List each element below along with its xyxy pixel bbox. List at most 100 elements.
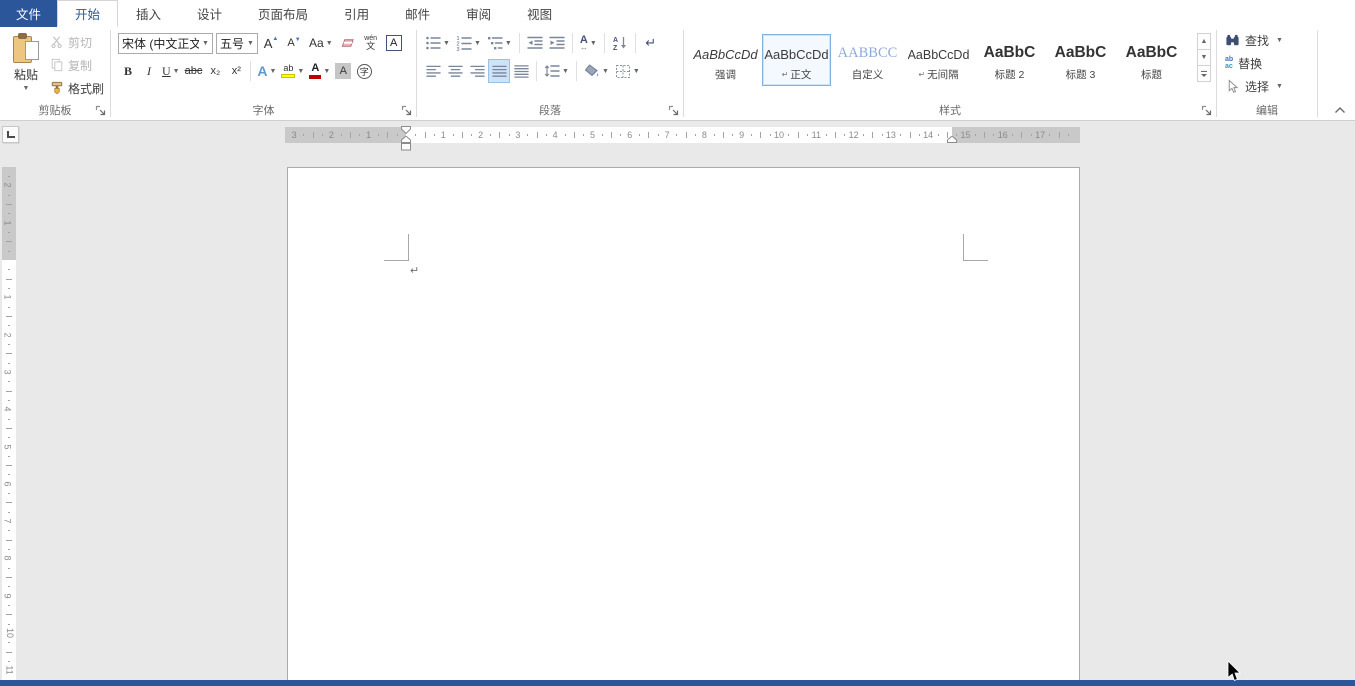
subscript-button[interactable]: x₂ <box>205 60 225 82</box>
text-highlight-button[interactable]: ab▼ <box>279 60 306 82</box>
ruler-tick <box>882 134 883 136</box>
style-item-正文[interactable]: AaBbCcDd↵正文 <box>762 34 831 86</box>
decrease-indent-button[interactable] <box>525 32 545 54</box>
right-indent-marker[interactable] <box>947 136 957 143</box>
cut-icon <box>50 35 64 49</box>
hanging-indent-marker[interactable] <box>401 136 411 143</box>
increase-indent-button[interactable] <box>547 32 567 54</box>
font-color-button[interactable]: A▼ <box>307 60 332 82</box>
shading-button[interactable]: ▼ <box>582 60 611 82</box>
shrink-font-button[interactable]: A▼ <box>284 32 304 54</box>
collapse-ribbon-button[interactable] <box>1333 105 1347 115</box>
underline-button[interactable]: U▼ <box>160 60 182 82</box>
cut-button[interactable]: 剪切 <box>50 34 104 50</box>
horizontal-ruler[interactable]: 3211234567891011121314151617 <box>285 127 1080 143</box>
divider <box>519 33 520 53</box>
status-bar[interactable] <box>0 680 1355 686</box>
tab-file[interactable]: 文件 <box>0 0 57 27</box>
bold-button[interactable]: B <box>118 60 138 82</box>
character-border-button[interactable]: A <box>384 32 404 54</box>
font-size-combobox[interactable]: 五号 ▼ <box>216 33 258 54</box>
font-name-dropdown-arrow[interactable]: ▼ <box>199 40 212 47</box>
copy-button[interactable]: 复制 <box>50 57 104 73</box>
distribute-button[interactable] <box>511 60 531 82</box>
ruler-tick <box>583 134 584 136</box>
ruler-tick <box>527 134 528 136</box>
align-center-button[interactable] <box>445 60 465 82</box>
character-shading-button[interactable]: A <box>333 60 353 82</box>
bullets-icon <box>425 35 441 51</box>
select-button[interactable]: 选择▼ <box>1225 76 1317 96</box>
sort-button[interactable] <box>610 32 630 54</box>
tab-邮件[interactable]: 邮件 <box>387 0 448 27</box>
font-size-value: 五号 <box>217 35 244 52</box>
first-line-indent-marker[interactable] <box>401 126 411 134</box>
left-indent-marker[interactable] <box>401 143 411 151</box>
font-size-dropdown-arrow[interactable]: ▼ <box>244 40 257 47</box>
multilevel-list-button[interactable]: ▼ <box>485 32 514 54</box>
style-item-自定义[interactable]: AABBCC自定义 <box>833 34 902 86</box>
grow-font-button[interactable]: A▲ <box>261 32 281 54</box>
borders-button[interactable]: ▼ <box>613 60 642 82</box>
styles-dialog-launcher[interactable] <box>1201 105 1213 117</box>
style-item-强调[interactable]: AaBbCcDd强调 <box>691 34 760 86</box>
replace-button[interactable]: ab ac 替换 <box>1225 53 1317 73</box>
align-left-button[interactable] <box>423 60 443 82</box>
numbering-button[interactable]: ▼ <box>454 32 483 54</box>
superscript-button[interactable]: x² <box>226 60 246 82</box>
tab-审阅[interactable]: 审阅 <box>448 0 509 27</box>
phonetic-guide-button[interactable]: wén文 <box>361 32 381 54</box>
tab-引用[interactable]: 引用 <box>326 0 387 27</box>
tab-插入[interactable]: 插入 <box>118 0 179 27</box>
show-hide-marks-button[interactable]: ↵ <box>641 32 661 54</box>
styles-scroll-up-button[interactable]: ▲ <box>1197 33 1211 50</box>
ruler-right-margin <box>952 127 1080 143</box>
ruler-tick: 17 <box>1035 130 1045 140</box>
find-button[interactable]: 查找▼ <box>1225 30 1317 50</box>
style-item-标题[interactable]: AaBbC标题 <box>1117 34 1186 86</box>
paste-dropdown-arrow[interactable]: ▼ <box>5 85 47 92</box>
ruler-tick: 14 <box>923 130 933 140</box>
style-item-标题 2[interactable]: AaBbC标题 2 <box>975 34 1044 86</box>
tab-开始[interactable]: 开始 <box>57 0 118 27</box>
borders-icon <box>615 63 631 79</box>
ruler-tick <box>723 132 724 138</box>
document-page[interactable]: ↵ <box>287 167 1080 680</box>
justify-button[interactable] <box>489 60 509 82</box>
italic-button[interactable]: I <box>139 60 159 82</box>
strikethrough-button[interactable]: abc <box>183 60 205 82</box>
tab-视图[interactable]: 视图 <box>509 0 570 27</box>
paste-button[interactable]: 粘贴 ▼ <box>5 31 47 105</box>
font-dialog-launcher[interactable] <box>401 105 413 117</box>
clear-formatting-button[interactable] <box>338 32 358 54</box>
ruler-tick <box>462 132 463 138</box>
ruler-tick <box>919 134 920 136</box>
ruler-tick <box>8 213 10 214</box>
divider <box>635 33 636 53</box>
asian-layout-button[interactable]: A↔▼ <box>578 32 599 54</box>
tab-页面布局[interactable]: 页面布局 <box>240 0 326 27</box>
paragraph-dialog-launcher[interactable] <box>668 105 680 117</box>
text-effects-button[interactable]: A▼ <box>255 60 278 82</box>
ruler-tick <box>8 642 10 643</box>
ruler-tick <box>8 269 10 270</box>
format-painter-button[interactable]: 格式刷 <box>50 80 104 96</box>
bullets-button[interactable]: ▼ <box>423 32 452 54</box>
clipboard-dialog-launcher[interactable] <box>95 105 107 117</box>
font-name-combobox[interactable]: 宋体 (中文正文 ▼ <box>118 33 213 54</box>
ruler-tick <box>6 502 12 503</box>
align-right-button[interactable] <box>467 60 487 82</box>
style-item-标题 3[interactable]: AaBbC标题 3 <box>1046 34 1115 86</box>
change-case-button[interactable]: Aa▼ <box>307 32 335 54</box>
style-sample: AaBbC <box>984 38 1036 62</box>
tab-设计[interactable]: 设计 <box>179 0 240 27</box>
vertical-ruler[interactable]: 211234567891011 <box>2 167 16 680</box>
line-spacing-button[interactable]: ▼ <box>542 60 571 82</box>
tab-stop-selector[interactable] <box>2 126 19 143</box>
enclose-characters-button[interactable]: 字 <box>354 60 374 82</box>
ruler-tick: 5 <box>590 130 595 140</box>
group-clipboard: 粘贴 ▼ 剪切 复制 格式刷 剪贴板 <box>0 27 110 120</box>
styles-gallery-more-button[interactable] <box>1197 65 1211 82</box>
styles-scroll-down-button[interactable]: ▼ <box>1197 49 1211 66</box>
style-item-无间隔[interactable]: AaBbCcDd↵无间隔 <box>904 34 973 86</box>
